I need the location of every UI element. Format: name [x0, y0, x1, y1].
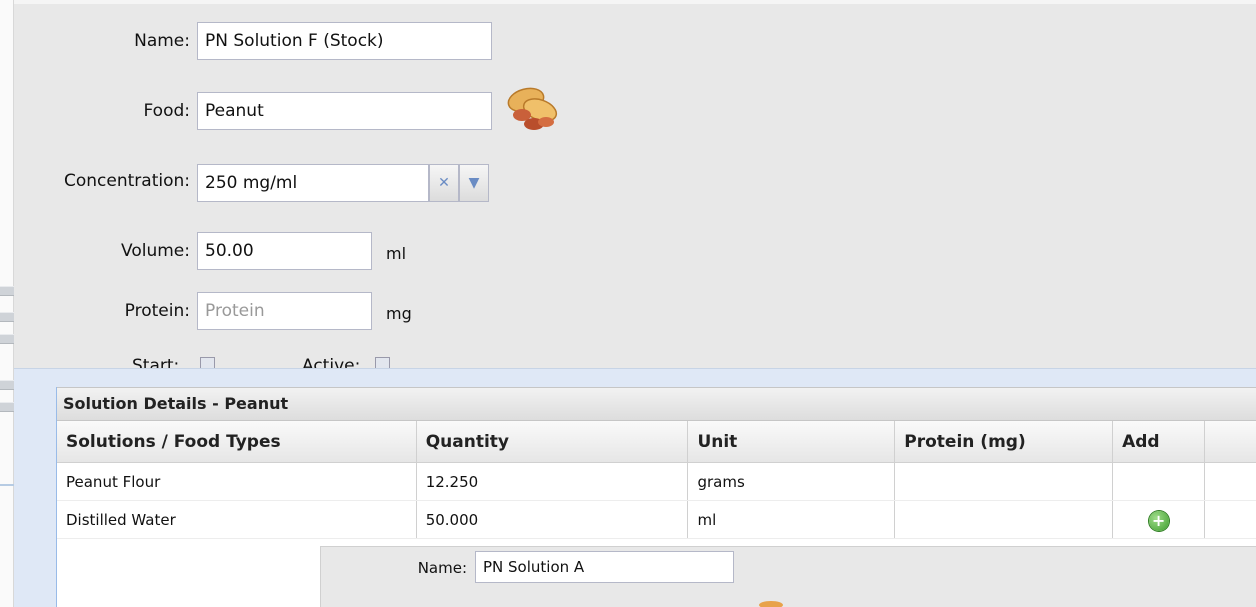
column-header-unit[interactable]: Unit — [688, 421, 896, 462]
cell-add — [1113, 463, 1206, 500]
strip-row — [0, 312, 14, 322]
cell-add: + — [1113, 501, 1206, 538]
column-header-quantity[interactable]: Quantity — [417, 421, 689, 462]
strip-row — [0, 402, 14, 412]
strip-row — [0, 380, 14, 390]
cell-quantity: 50.000 — [417, 501, 689, 538]
overlapping-solution-form: Name: — [320, 546, 1256, 607]
cell-unit: grams — [688, 463, 896, 500]
protein-unit: mg — [386, 304, 412, 323]
column-header-protein[interactable]: Protein (mg) — [895, 421, 1114, 462]
protein-field[interactable] — [197, 292, 372, 330]
grid-header: Solutions / Food Types Quantity Unit Pro… — [57, 421, 1256, 463]
name-field[interactable] — [475, 551, 734, 583]
clear-icon[interactable]: ✕ — [429, 164, 459, 202]
add-icon[interactable]: + — [1148, 510, 1169, 531]
grid-title: Solution Details - Peanut — [57, 387, 1256, 421]
cell-food-type: Distilled Water — [57, 501, 417, 538]
strip-row — [0, 286, 14, 296]
concentration-combo[interactable] — [197, 164, 429, 202]
name-field[interactable] — [197, 22, 492, 60]
table-row[interactable]: Peanut Flour 12.250 grams — [57, 463, 1256, 501]
cell-food-type: Peanut Flour — [57, 463, 417, 500]
food-field[interactable] — [197, 92, 492, 130]
volume-field[interactable] — [197, 232, 372, 270]
food-label: Food: — [143, 101, 191, 121]
strip-row — [0, 334, 14, 344]
peanut-icon — [759, 601, 783, 607]
volume-unit: ml — [386, 244, 407, 263]
cell-spacer — [1205, 501, 1256, 538]
cell-quantity: 12.250 — [417, 463, 689, 500]
cell-spacer — [1205, 463, 1256, 500]
name-label: Name: — [417, 559, 467, 577]
volume-label: Volume: — [121, 241, 190, 261]
cell-unit: ml — [688, 501, 896, 538]
cell-protein — [895, 501, 1114, 538]
column-header-spacer — [1205, 421, 1256, 462]
cell-protein — [895, 463, 1114, 500]
concentration-label: Concentration: — [64, 171, 190, 191]
background-window-edge — [0, 0, 14, 607]
table-row[interactable]: Distilled Water 50.000 ml + — [57, 501, 1256, 539]
strip-divider — [0, 484, 14, 486]
solution-form: Name: Food: Concentration: ✕ ▼ Volume: m… — [14, 0, 1256, 376]
column-header-solutions[interactable]: Solutions / Food Types — [57, 421, 417, 462]
protein-label: Protein: — [124, 301, 190, 321]
name-label: Name: — [134, 31, 190, 51]
column-header-add[interactable]: Add — [1113, 421, 1206, 462]
chevron-down-icon[interactable]: ▼ — [459, 164, 489, 202]
peanut-icon — [507, 87, 558, 130]
